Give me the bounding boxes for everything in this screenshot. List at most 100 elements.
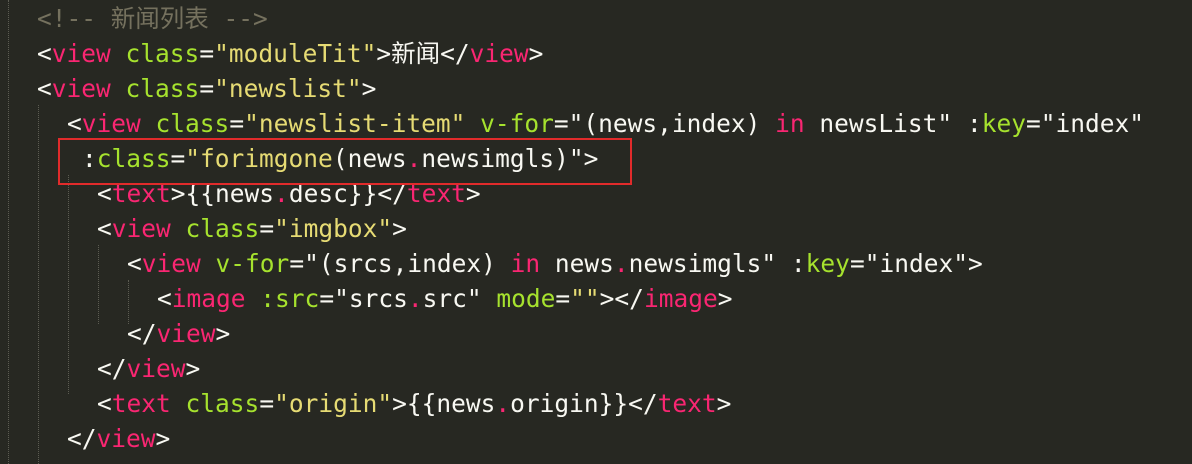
code-token-plain: > <box>361 74 377 103</box>
code-token-attr: class <box>125 74 200 103</box>
code-token-plain: = <box>259 389 275 418</box>
code-token-tag: . <box>613 249 629 278</box>
code-token-str: "newslist" <box>214 74 362 103</box>
code-editor[interactable]: <!-- 新闻列表 --> <view class="moduleTit">新闻<… <box>0 0 1192 464</box>
code-token-str: "origin" <box>274 389 393 418</box>
code-token-plain: = <box>849 249 865 278</box>
code-line[interactable]: <view class="newslist"> <box>37 71 376 106</box>
code-token-plain: > <box>967 249 983 278</box>
code-token-plain: newsList" <box>804 109 967 138</box>
code-token-plain: </ <box>67 424 97 453</box>
code-token-plain: < <box>67 109 82 138</box>
code-token-str: "" <box>570 284 600 313</box>
code-token-plain: < <box>97 389 112 418</box>
code-token-plain: < <box>37 39 52 68</box>
indent-guide <box>68 175 69 394</box>
code-token-str: "newslist-item" <box>244 109 466 138</box>
code-token-tag: text <box>657 389 717 418</box>
code-token-plain: </ <box>97 354 127 383</box>
code-token-attr: v-for <box>215 249 290 278</box>
code-token-plain: < <box>157 284 172 313</box>
code-token-plain: = <box>555 284 571 313</box>
code-token-plain: < <box>37 74 52 103</box>
code-token-attr: key <box>981 109 1026 138</box>
code-token-plain: > <box>392 214 407 243</box>
code-token-plain: = <box>289 249 305 278</box>
code-token-tag: view <box>96 424 156 453</box>
code-token-plain: = <box>259 214 275 243</box>
code-token-tag: text <box>111 389 171 418</box>
code-token-tag: image <box>171 284 246 313</box>
code-token-plain: : <box>966 109 982 138</box>
code-token-plain: > <box>155 424 171 453</box>
code-token-tag: . <box>407 284 423 313</box>
code-token-attr: class <box>185 389 260 418</box>
code-token-plain: "index" <box>1040 109 1144 138</box>
code-token-plain: > <box>185 354 201 383</box>
code-line[interactable]: </view> <box>127 316 230 351</box>
code-token-comment: <!-- 新闻列表 --> <box>37 4 268 33</box>
code-token-attr: v-for <box>480 109 554 138</box>
code-line[interactable]: <view v-for="(srcs,index) in news.newsim… <box>127 246 983 281</box>
code-line[interactable]: <view class="moduleTit">新闻</view> <box>37 36 543 71</box>
code-token-tag: view <box>51 74 111 103</box>
code-token-plain: >{{news <box>392 389 496 418</box>
code-token-plain: = <box>199 39 215 68</box>
code-token-plain: "(srcs,index) <box>304 249 511 278</box>
indent-guide <box>38 105 39 464</box>
code-token-attr: :src <box>260 284 320 313</box>
code-token-tag: image <box>643 284 718 313</box>
code-token-plain: newsimgls" <box>628 249 791 278</box>
code-line[interactable]: <view class="imgbox"> <box>97 211 407 246</box>
code-token-tag: view <box>111 214 171 243</box>
code-token-attr: class <box>185 214 260 243</box>
code-token-str: "moduleTit" <box>214 39 377 68</box>
code-token-plain: : <box>790 249 806 278</box>
code-token-plain: "(news,index) <box>568 109 776 138</box>
code-token-tag: view <box>126 354 186 383</box>
code-token-plain: </ <box>127 319 157 348</box>
code-token-attr: key <box>805 249 850 278</box>
code-token-kw: in <box>510 249 541 278</box>
code-line[interactable]: </view> <box>67 421 170 456</box>
code-token-plain: src" <box>422 284 497 313</box>
indent-guide <box>8 0 9 464</box>
code-token-tag: view <box>81 109 141 138</box>
code-token-plain: = <box>229 109 245 138</box>
code-line[interactable]: </view> <box>97 351 200 386</box>
code-token-plain: news <box>540 249 614 278</box>
code-token-plain: = <box>199 74 215 103</box>
indent-guide <box>98 245 99 324</box>
code-line[interactable]: <text class="origin">{{news.origin}}</te… <box>97 386 731 421</box>
code-token-tag: view <box>156 319 216 348</box>
code-token-attr: mode <box>496 284 556 313</box>
code-line[interactable]: <image :src="srcs.src" mode=""></image> <box>157 281 732 316</box>
code-token-kw: in <box>775 109 805 138</box>
code-token-str: "imgbox" <box>274 214 393 243</box>
code-token-plain: > <box>215 319 231 348</box>
code-token-plain: > <box>528 39 544 68</box>
code-token-plain: < <box>97 214 112 243</box>
code-token-attr: class <box>155 109 230 138</box>
code-token-plain: >新闻</ <box>376 39 470 68</box>
highlight-annotation-box <box>58 138 632 185</box>
code-token-plain: = <box>319 284 335 313</box>
code-token-plain: = <box>1025 109 1041 138</box>
code-token-plain: origin}}</ <box>510 389 658 418</box>
code-line[interactable]: <!-- 新闻列表 --> <box>37 1 268 36</box>
code-token-plain: "index" <box>864 249 968 278</box>
code-token-plain: < <box>127 249 142 278</box>
code-token-plain: > <box>716 389 732 418</box>
code-line[interactable]: <view class="newslist-item" v-for="(news… <box>67 106 1144 141</box>
code-token-plain: "srcs <box>334 284 408 313</box>
code-token-plain: ></ <box>599 284 644 313</box>
code-token-plain: = <box>553 109 569 138</box>
code-token-tag: view <box>469 39 529 68</box>
